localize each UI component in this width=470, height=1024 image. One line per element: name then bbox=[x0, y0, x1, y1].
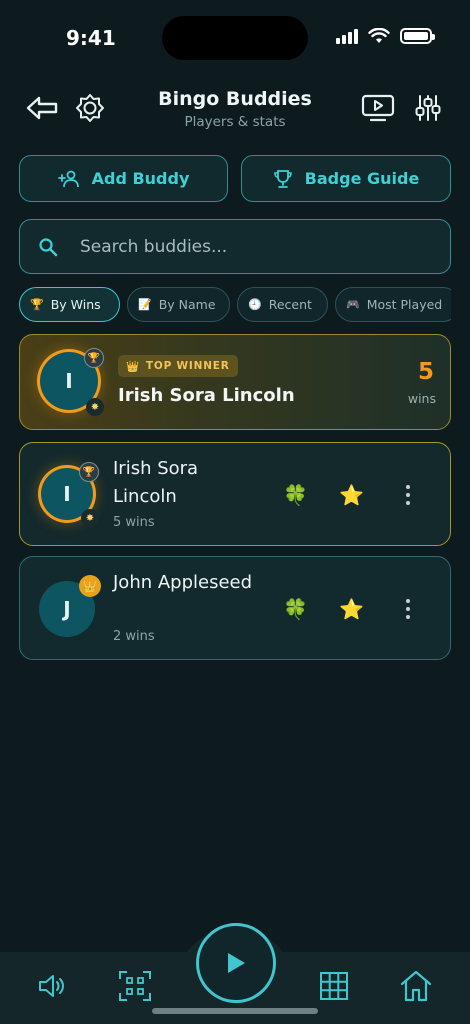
wifi-icon bbox=[368, 28, 390, 43]
trophy-badge-icon: 🏆 bbox=[84, 348, 104, 368]
tag-label: TOP WINNER bbox=[145, 360, 230, 372]
trophy-badge-icon: 🏆 bbox=[79, 462, 99, 482]
header: Bingo Buddies Players & stats bbox=[0, 84, 470, 134]
badge-guide-button[interactable]: Badge Guide bbox=[241, 155, 451, 202]
gamepad-icon: 🎮 bbox=[346, 298, 360, 311]
clover-icon: 🍀 bbox=[283, 483, 308, 507]
chip-label: Most Played bbox=[366, 297, 443, 312]
search-input[interactable] bbox=[80, 236, 420, 257]
home-indicator bbox=[152, 1008, 318, 1014]
qr-scan-icon bbox=[119, 971, 151, 1001]
sound-button[interactable] bbox=[34, 968, 70, 1004]
speaker-icon bbox=[39, 975, 64, 997]
play-button[interactable] bbox=[196, 923, 276, 1003]
chip-label: By Wins bbox=[50, 297, 101, 312]
add-buddy-label: Add Buddy bbox=[91, 169, 190, 188]
buddy-name: Irish Sora Lincoln bbox=[118, 385, 295, 406]
crown-badge-icon: 👑 bbox=[79, 575, 101, 597]
search-icon bbox=[39, 237, 58, 256]
top-winner-card[interactable]: I 🏆 ✸ 👑 TOP WINNER Irish Sora Lincoln 5 … bbox=[19, 334, 451, 430]
chip-label: By Name bbox=[158, 297, 216, 312]
chip-most-played[interactable]: 🎮 Most Played bbox=[335, 287, 451, 322]
sliders-icon bbox=[415, 95, 441, 121]
badge-guide-label: Badge Guide bbox=[304, 169, 420, 188]
battery-icon bbox=[400, 28, 435, 44]
tv-button[interactable] bbox=[358, 88, 398, 128]
chip-by-name[interactable]: 📝 By Name bbox=[127, 287, 230, 322]
clock-icon: 🕘 bbox=[248, 298, 262, 311]
chip-by-wins[interactable]: 🏆 By Wins bbox=[19, 287, 120, 322]
page-title: Bingo Buddies bbox=[158, 88, 312, 110]
status-bar: 9:41 bbox=[0, 0, 470, 78]
buddy-name: John Appleseed bbox=[113, 572, 253, 593]
status-icons bbox=[336, 28, 435, 44]
trophy-icon: 🏆 bbox=[30, 298, 44, 311]
scan-button[interactable] bbox=[117, 968, 153, 1004]
buddy-name: Irish Sora Lincoln bbox=[113, 458, 199, 507]
dynamic-island bbox=[162, 16, 308, 60]
avatar-initial: J bbox=[63, 597, 71, 621]
home-icon bbox=[400, 970, 432, 1002]
tv-play-icon bbox=[361, 94, 395, 122]
play-icon bbox=[228, 953, 245, 973]
add-person-icon bbox=[57, 170, 79, 187]
avatar-initial: I bbox=[65, 369, 73, 393]
wins-label: wins bbox=[407, 391, 436, 406]
memo-icon: 📝 bbox=[138, 298, 152, 311]
win-count: 5 bbox=[417, 359, 434, 385]
sort-chips: 🏆 By Wins 📝 By Name 🕘 Recent 🎮 Most Play… bbox=[19, 287, 451, 323]
status-time: 9:41 bbox=[66, 26, 116, 50]
star-icon: ⭐ bbox=[339, 483, 364, 507]
sparkle-icon: ✸ bbox=[81, 509, 99, 527]
chip-label: Recent bbox=[268, 297, 312, 312]
search-box bbox=[19, 219, 451, 274]
grid-button[interactable] bbox=[316, 968, 352, 1004]
crown-icon: 👑 bbox=[126, 360, 140, 373]
cellular-signal-icon bbox=[336, 28, 358, 44]
list-item[interactable]: I 🏆 ✸ Irish Sora Lincoln 5 wins 🍀 ⭐ bbox=[19, 442, 451, 546]
list-item[interactable]: J 👑 John Appleseed 2 wins 🍀 ⭐ bbox=[19, 556, 451, 660]
page-subtitle: Players & stats bbox=[184, 114, 286, 130]
home-button[interactable] bbox=[398, 968, 434, 1004]
buddy-wins: 5 wins bbox=[113, 515, 155, 530]
buddy-wins: 2 wins bbox=[113, 629, 155, 644]
clover-icon: 🍀 bbox=[283, 597, 308, 621]
trophy-icon bbox=[273, 169, 292, 188]
top-winner-tag: 👑 TOP WINNER bbox=[118, 355, 238, 377]
grid-icon bbox=[320, 972, 348, 1000]
more-options-icon[interactable] bbox=[400, 597, 416, 621]
add-buddy-button[interactable]: Add Buddy bbox=[19, 155, 228, 202]
avatar-initial: I bbox=[63, 482, 71, 506]
more-options-icon[interactable] bbox=[400, 483, 416, 507]
settings-button[interactable] bbox=[408, 88, 448, 128]
sparkle-icon: ✸ bbox=[86, 398, 104, 416]
chip-recent[interactable]: 🕘 Recent bbox=[237, 287, 328, 322]
star-icon: ⭐ bbox=[339, 597, 364, 621]
